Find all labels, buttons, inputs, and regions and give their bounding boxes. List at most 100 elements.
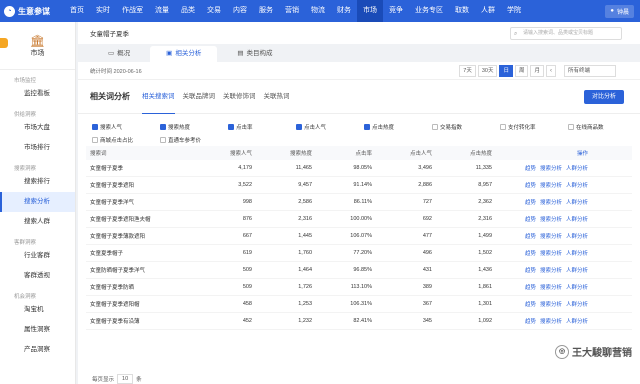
- tab-1[interactable]: ▣ 相关分析: [150, 46, 218, 62]
- action-link[interactable]: 人群分析: [566, 249, 588, 257]
- action-link[interactable]: 趋势: [525, 198, 536, 206]
- page-size-select[interactable]: 10: [117, 374, 134, 384]
- checkbox-icon[interactable]: [432, 124, 438, 130]
- action-link[interactable]: 搜索分析: [540, 266, 562, 274]
- analysis-title: 相关词分析: [90, 92, 130, 101]
- sidebar-collapse-icon[interactable]: [0, 38, 8, 48]
- nav-item-3[interactable]: 流量: [149, 0, 175, 22]
- checkbox-icon[interactable]: [160, 137, 166, 143]
- user-menu[interactable]: ● 钟晨: [605, 4, 634, 18]
- action-link[interactable]: 搜索分析: [540, 181, 562, 189]
- sidebar-item[interactable]: 市场排行: [0, 138, 75, 158]
- action-link[interactable]: 人群分析: [566, 283, 588, 291]
- metric-checkbox[interactable]: 商城点击占比: [92, 135, 160, 145]
- sidebar-item[interactable]: 客群透视: [0, 266, 75, 286]
- action-link[interactable]: 趋势: [525, 249, 536, 257]
- action-link[interactable]: 趋势: [525, 317, 536, 325]
- action-link[interactable]: 人群分析: [566, 266, 588, 274]
- sidebar-item[interactable]: 市场大盘: [0, 118, 75, 138]
- checkbox-icon[interactable]: [92, 124, 98, 130]
- action-link[interactable]: 人群分析: [566, 300, 588, 308]
- sidebar-item[interactable]: 产品洞察: [0, 340, 75, 360]
- nav-item-15[interactable]: 人群: [475, 0, 501, 22]
- checkbox-icon[interactable]: [92, 137, 98, 143]
- tab-0[interactable]: ▭ 概况: [92, 46, 146, 62]
- sidebar-item[interactable]: 属性洞察: [0, 320, 75, 340]
- nav-item-2[interactable]: 作战室: [116, 0, 149, 22]
- action-link[interactable]: 人群分析: [566, 232, 588, 240]
- nav-item-7[interactable]: 服务: [253, 0, 279, 22]
- action-link[interactable]: 人群分析: [566, 198, 588, 206]
- action-link[interactable]: 趋势: [525, 232, 536, 240]
- nav-item-11[interactable]: 市场: [357, 0, 383, 22]
- nav-item-12[interactable]: 竞争: [383, 0, 409, 22]
- date-button[interactable]: 7天: [459, 65, 476, 77]
- action-link[interactable]: 人群分析: [566, 164, 588, 172]
- date-button[interactable]: 30天: [477, 65, 498, 77]
- checkbox-icon[interactable]: [160, 124, 166, 130]
- date-button[interactable]: 周: [514, 65, 529, 77]
- metric-checkbox[interactable]: 点击人气: [296, 122, 364, 132]
- checkbox-icon[interactable]: [500, 124, 506, 130]
- nav-item-1[interactable]: 实时: [90, 0, 116, 22]
- action-link[interactable]: 搜索分析: [540, 198, 562, 206]
- checkbox-icon[interactable]: [364, 124, 370, 130]
- nav-item-5[interactable]: 交易: [201, 0, 227, 22]
- metric-checkbox[interactable]: 点击率: [228, 122, 296, 132]
- metric-checkbox[interactable]: 在线商品数: [568, 122, 636, 132]
- date-button[interactable]: 月: [530, 65, 544, 77]
- nav-item-6[interactable]: 内容: [227, 0, 253, 22]
- nav-item-0[interactable]: 首页: [64, 0, 90, 22]
- sidebar-item[interactable]: 行业客群: [0, 246, 75, 266]
- action-link[interactable]: 搜索分析: [540, 300, 562, 308]
- sidebar-item[interactable]: 搜索人群: [0, 212, 75, 232]
- sidebar-item[interactable]: 搜索分析: [0, 192, 75, 212]
- date-button[interactable]: 日: [499, 65, 513, 77]
- action-link[interactable]: 搜索分析: [540, 232, 562, 240]
- subtab[interactable]: 关联品牌词: [183, 80, 216, 114]
- nav-item-14[interactable]: 取数: [449, 0, 475, 22]
- metric-checkbox[interactable]: 搜索人气: [92, 122, 160, 132]
- search-input[interactable]: ⌕ 请输入搜索词、品类或宝贝标题: [510, 27, 622, 40]
- metric-checkbox[interactable]: 支付转化率: [500, 122, 568, 132]
- nav-item-9[interactable]: 物流: [305, 0, 331, 22]
- sidebar-item[interactable]: 监控看板: [0, 84, 75, 104]
- sidebar-item[interactable]: 搜索排行: [0, 172, 75, 192]
- nav-item-8[interactable]: 营销: [279, 0, 305, 22]
- sidebar-item[interactable]: 淘宝机: [0, 300, 75, 320]
- subtab[interactable]: 关联热词: [264, 80, 290, 114]
- terminal-select[interactable]: 所有终端: [564, 65, 616, 77]
- metric-checkbox[interactable]: 交易指数: [432, 122, 500, 132]
- nav-item-13[interactable]: 业务专区: [409, 0, 449, 22]
- action-link[interactable]: 趋势: [525, 215, 536, 223]
- action-link[interactable]: 趋势: [525, 266, 536, 274]
- checkbox-icon[interactable]: [568, 124, 574, 130]
- action-link[interactable]: 搜索分析: [540, 283, 562, 291]
- checkbox-icon[interactable]: [228, 124, 234, 130]
- action-link[interactable]: 搜索分析: [540, 215, 562, 223]
- action-link[interactable]: 趋势: [525, 181, 536, 189]
- compare-button[interactable]: 对比分析: [584, 90, 624, 104]
- metric-checkbox[interactable]: 直通车参考价: [160, 135, 228, 145]
- nav-item-16[interactable]: 学院: [501, 0, 527, 22]
- nav-item-10[interactable]: 财务: [331, 0, 357, 22]
- subtab[interactable]: 相关搜索词: [142, 80, 175, 114]
- action-link[interactable]: 搜索分析: [540, 317, 562, 325]
- subtab[interactable]: 关联修饰词: [223, 80, 256, 114]
- checkbox-label: 在线商品数: [576, 125, 604, 131]
- nav-item-4[interactable]: 品类: [175, 0, 201, 22]
- action-link[interactable]: 人群分析: [566, 181, 588, 189]
- checkbox-icon[interactable]: [296, 124, 302, 130]
- prev-date-icon[interactable]: ‹: [546, 65, 556, 77]
- action-link[interactable]: 人群分析: [566, 215, 588, 223]
- action-link[interactable]: 趋势: [525, 164, 536, 172]
- action-link[interactable]: 趋势: [525, 283, 536, 291]
- metric-checkbox[interactable]: 点击热度: [364, 122, 432, 132]
- action-link[interactable]: 搜索分析: [540, 249, 562, 257]
- app-logo[interactable]: ◔ 生意参谋: [0, 5, 64, 17]
- metric-checkbox[interactable]: 搜索热度: [160, 122, 228, 132]
- tab-2[interactable]: ▤ 类目构成: [221, 46, 288, 62]
- action-link[interactable]: 人群分析: [566, 317, 588, 325]
- action-link[interactable]: 趋势: [525, 300, 536, 308]
- action-link[interactable]: 搜索分析: [540, 164, 562, 172]
